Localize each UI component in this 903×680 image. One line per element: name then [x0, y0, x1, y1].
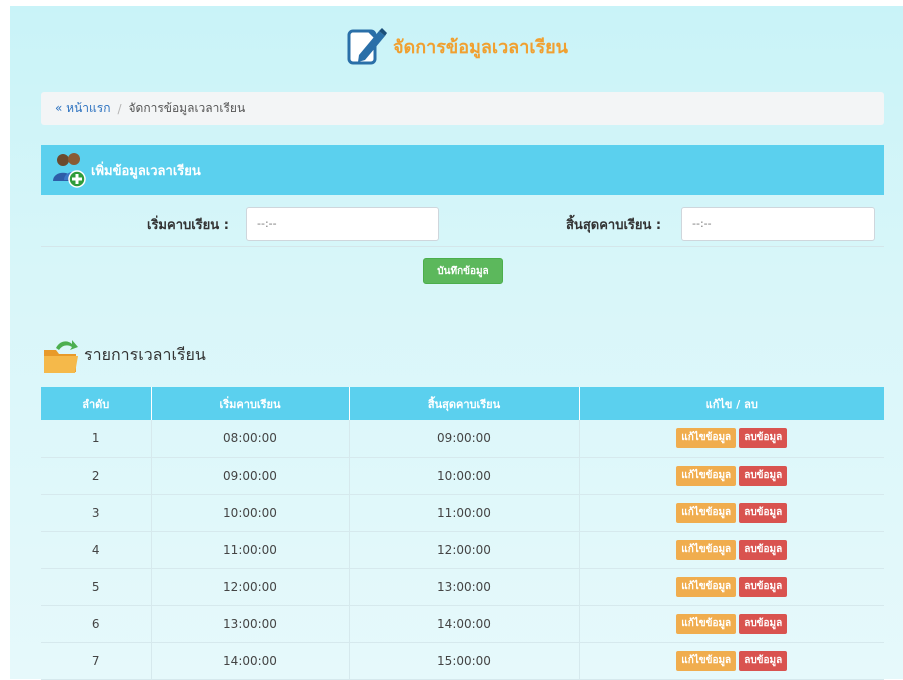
- page-header: จัดการข้อมูลเวลาเรียน: [10, 24, 903, 68]
- row-start-time: 11:00:00: [151, 531, 350, 569]
- form-divider: [41, 246, 884, 247]
- row-end-time: 14:00:00: [349, 605, 580, 643]
- row-end-time: 09:00:00: [349, 420, 580, 458]
- list-heading: รายการเวลาเรียน: [42, 336, 206, 376]
- edit-button[interactable]: แก้ไขข้อมูล: [676, 613, 737, 634]
- schedule-table: ลำดับ เริ่มคาบเรียน สิ้นสุดคาบเรียน แก้ไ…: [41, 387, 884, 680]
- list-title: รายการเวลาเรียน: [84, 345, 206, 364]
- row-end-time: 15:00:00: [349, 642, 580, 680]
- row-number: 3: [41, 494, 152, 532]
- row-number: 5: [41, 568, 152, 606]
- end-time-input[interactable]: --:--: [681, 207, 875, 241]
- column-header-number: ลำดับ: [41, 387, 152, 420]
- edit-button[interactable]: แก้ไขข้อมูล: [676, 428, 737, 449]
- delete-button[interactable]: ลบข้อมูล: [739, 465, 788, 486]
- table-row: 3 10:00:00 11:00:00 แก้ไขข้อมูล ลบข้อมูล: [41, 494, 884, 532]
- table-row: 6 13:00:00 14:00:00 แก้ไขข้อมูล ลบข้อมูล: [41, 605, 884, 643]
- table-row: 7 14:00:00 15:00:00 แก้ไขข้อมูล ลบข้อมูล: [41, 642, 884, 680]
- delete-button[interactable]: ลบข้อมูล: [739, 539, 788, 560]
- delete-button[interactable]: ลบข้อมูล: [739, 650, 788, 671]
- delete-button[interactable]: ลบข้อมูล: [739, 428, 788, 449]
- row-end-time: 13:00:00: [349, 568, 580, 606]
- row-actions: แก้ไขข้อมูล ลบข้อมูล: [579, 605, 884, 643]
- end-time-label: สิ้นสุดคาบเรียน :: [566, 218, 662, 233]
- folder-icon: [44, 340, 78, 373]
- row-start-time: 13:00:00: [151, 605, 350, 643]
- row-number: 4: [41, 531, 152, 569]
- save-button[interactable]: บันทึกข้อมูล: [423, 258, 503, 284]
- users-add-icon: [53, 153, 86, 188]
- delete-button[interactable]: ลบข้อมูล: [739, 576, 788, 597]
- edit-document-icon: [347, 28, 387, 65]
- delete-button[interactable]: ลบข้อมูล: [739, 613, 788, 634]
- edit-button[interactable]: แก้ไขข้อมูล: [676, 502, 737, 523]
- page-background: จัดการข้อมูลเวลาเรียน « หน้าแรก / จัดการ…: [10, 6, 903, 680]
- row-actions: แก้ไขข้อมูล ลบข้อมูล: [579, 494, 884, 532]
- table-row: 1 08:00:00 09:00:00 แก้ไขข้อมูล ลบข้อมูล: [41, 420, 884, 458]
- table-row: 2 09:00:00 10:00:00 แก้ไขข้อมูล ลบข้อมูล: [41, 457, 884, 495]
- row-end-time: 11:00:00: [349, 494, 580, 532]
- row-actions: แก้ไขข้อมูล ลบข้อมูล: [579, 420, 884, 458]
- page-title: จัดการข้อมูลเวลาเรียน: [393, 36, 568, 58]
- breadcrumb-current: จัดการข้อมูลเวลาเรียน: [128, 101, 246, 115]
- add-panel-header: เพิ่มข้อมูลเวลาเรียน: [41, 145, 884, 195]
- row-end-time: 10:00:00: [349, 457, 580, 495]
- column-header-actions: แก้ไข / ลบ: [579, 387, 884, 420]
- row-number: 6: [41, 605, 152, 643]
- edit-button[interactable]: แก้ไขข้อมูล: [676, 650, 737, 671]
- row-number: 1: [41, 420, 152, 458]
- table-header-row: ลำดับ เริ่มคาบเรียน สิ้นสุดคาบเรียน แก้ไ…: [41, 387, 884, 420]
- edit-button[interactable]: แก้ไขข้อมูล: [676, 539, 737, 560]
- row-start-time: 10:00:00: [151, 494, 350, 532]
- start-time-label: เริ่มคาบเรียน :: [147, 218, 229, 233]
- column-header-end: สิ้นสุดคาบเรียน: [349, 387, 580, 420]
- breadcrumb-home-link[interactable]: « หน้าแรก: [55, 99, 110, 118]
- row-actions: แก้ไขข้อมูล ลบข้อมูล: [579, 642, 884, 680]
- row-actions: แก้ไขข้อมูล ลบข้อมูล: [579, 457, 884, 495]
- table-row: 5 12:00:00 13:00:00 แก้ไขข้อมูล ลบข้อมูล: [41, 568, 884, 606]
- column-header-start: เริ่มคาบเรียน: [151, 387, 350, 420]
- delete-button[interactable]: ลบข้อมูล: [739, 502, 788, 523]
- row-end-time: 12:00:00: [349, 531, 580, 569]
- breadcrumb-separator: /: [117, 101, 122, 116]
- row-number: 7: [41, 642, 152, 680]
- row-start-time: 14:00:00: [151, 642, 350, 680]
- edit-button[interactable]: แก้ไขข้อมูล: [676, 465, 737, 486]
- row-start-time: 08:00:00: [151, 420, 350, 458]
- row-actions: แก้ไขข้อมูล ลบข้อมูล: [579, 568, 884, 606]
- edit-button[interactable]: แก้ไขข้อมูล: [676, 576, 737, 597]
- start-time-input[interactable]: --:--: [246, 207, 439, 241]
- row-actions: แก้ไขข้อมูล ลบข้อมูล: [579, 531, 884, 569]
- row-number: 2: [41, 457, 152, 495]
- row-start-time: 09:00:00: [151, 457, 350, 495]
- table-row: 4 11:00:00 12:00:00 แก้ไขข้อมูล ลบข้อมูล: [41, 531, 884, 569]
- breadcrumb: « หน้าแรก / จัดการข้อมูลเวลาเรียน: [41, 92, 884, 125]
- add-panel-title: เพิ่มข้อมูลเวลาเรียน: [91, 163, 201, 179]
- row-start-time: 12:00:00: [151, 568, 350, 606]
